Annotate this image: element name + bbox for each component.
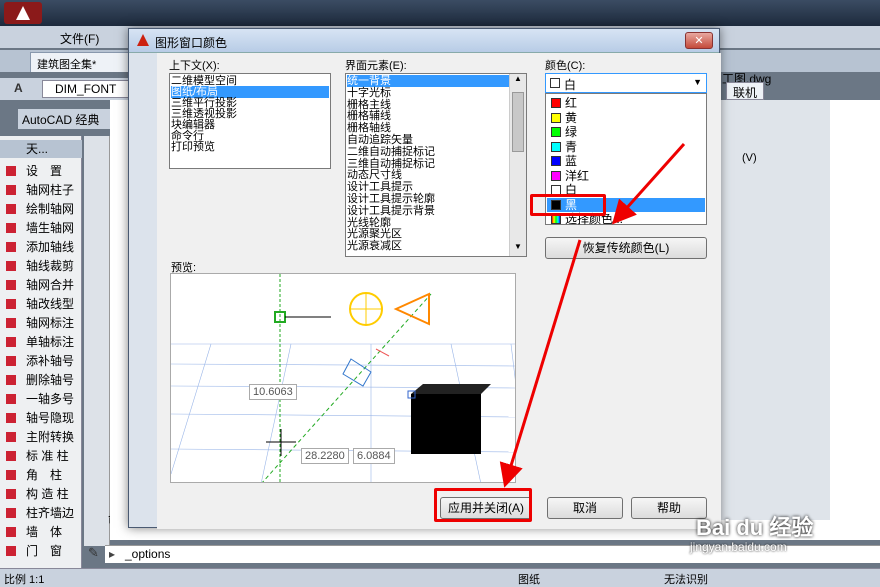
watermark-url: jingyan.baidu.com	[690, 540, 787, 554]
watermark: Bai du 经验	[696, 515, 814, 540]
annotation-arrows	[499, 142, 686, 488]
